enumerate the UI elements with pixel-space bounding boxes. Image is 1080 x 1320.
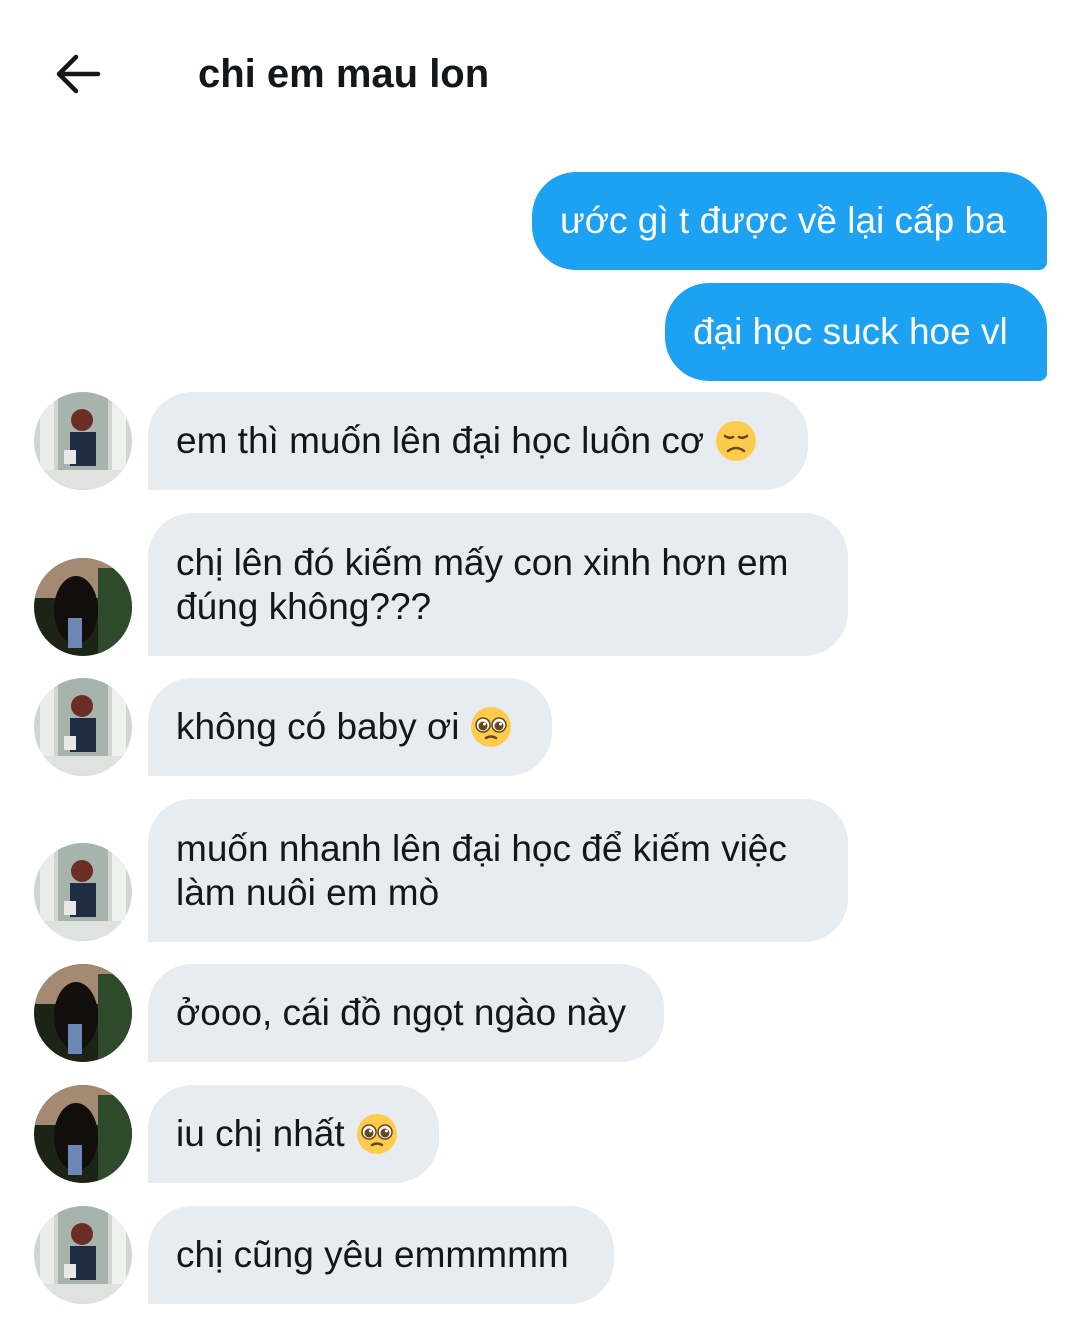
outgoing-message[interactable]: ước gì t được về lại cấp ba [532, 172, 1047, 270]
avatar-image [34, 964, 132, 1062]
message-text: ởooo, cái đồ ngọt ngào này [176, 992, 627, 1033]
arrow-left-icon [56, 54, 101, 94]
avatar[interactable] [34, 1206, 132, 1304]
avatar[interactable] [34, 964, 132, 1062]
avatar-image [34, 392, 132, 490]
message-text: chị cũng yêu emmmmm [176, 1234, 569, 1275]
avatar[interactable] [34, 678, 132, 776]
outgoing-message[interactable]: đại học suck hoe vl [665, 283, 1047, 381]
incoming-message[interactable]: ởooo, cái đồ ngọt ngào này [148, 964, 664, 1062]
incoming-message[interactable]: muốn nhanh lên đại học để kiếm việc làm … [148, 799, 848, 942]
avatar-image [34, 1206, 132, 1304]
conversation-title: chi em mau lon [198, 52, 490, 96]
message-text: ước gì t được về lại cấp ba [560, 200, 1006, 241]
conversation-header: chi em mau lon [0, 0, 1080, 140]
incoming-message[interactable]: iu chị nhất [148, 1085, 439, 1183]
message-text: không có baby ơi [176, 706, 460, 747]
incoming-message[interactable]: chị lên đó kiếm mấy con xinh hơn em đúng… [148, 513, 848, 656]
message-text: chị lên đó kiếm mấy con xinh hơn em đúng… [176, 541, 789, 627]
message-text: đại học suck hoe vl [693, 311, 1008, 352]
avatar[interactable] [34, 392, 132, 490]
incoming-message[interactable]: không có baby ơi [148, 678, 552, 776]
incoming-message[interactable]: em thì muốn lên đại học luôn cơ [148, 392, 808, 490]
message-text: muốn nhanh lên đại học để kiếm việc làm … [176, 827, 787, 913]
avatar-image [34, 678, 132, 776]
back-button[interactable] [50, 48, 106, 100]
message-text: em thì muốn lên đại học luôn cơ [176, 420, 705, 461]
avatar-image [34, 558, 132, 656]
message-text: iu chị nhất [176, 1113, 345, 1154]
disappointed-face-icon [716, 421, 757, 461]
avatar[interactable] [34, 558, 132, 656]
avatar[interactable] [34, 843, 132, 941]
incoming-message[interactable]: chị cũng yêu emmmmm [148, 1206, 614, 1304]
pleading-face-icon [356, 1114, 397, 1154]
avatar[interactable] [34, 1085, 132, 1183]
avatar-image [34, 1085, 132, 1183]
avatar-image [34, 843, 132, 941]
pleading-face-icon [471, 707, 512, 747]
